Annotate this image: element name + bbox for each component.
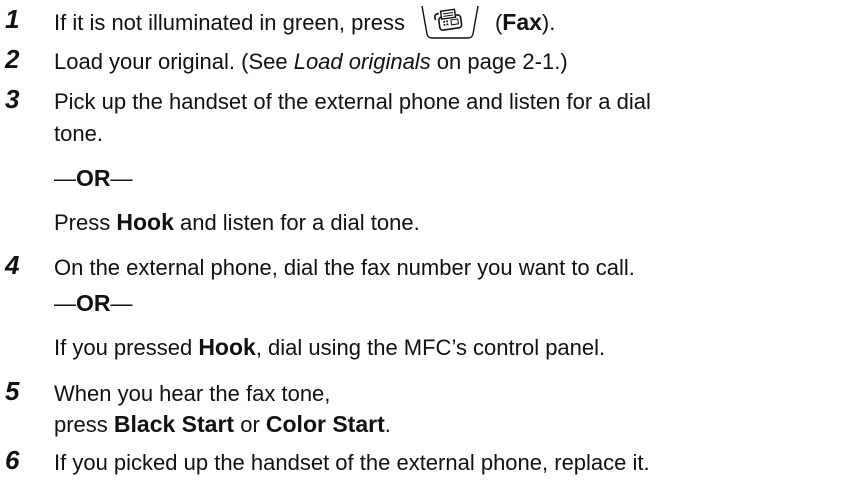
step-4-or-dash2: — — [110, 291, 133, 316]
step-2-link-text: Load originals — [293, 49, 431, 74]
step-3-or-label: OR — [76, 165, 111, 191]
step-5-color-start-label: Color Start — [265, 411, 385, 437]
step-4-alt-pre: If you pressed — [54, 335, 199, 360]
step-3-line-2: tone. — [54, 121, 103, 146]
step-4-or-label: OR — [76, 290, 111, 316]
step-2-text: Load your original. (See Load originals … — [54, 48, 568, 76]
step-5-mid: or — [234, 412, 266, 437]
step-3-alt: Press Hook and listen for a dial tone. — [54, 208, 420, 237]
step-number-5: 5 — [5, 376, 20, 406]
step-3-alt-pre: Press — [54, 210, 117, 235]
step-3-or-dash: — — [54, 166, 76, 191]
step-number-3: 3 — [5, 84, 20, 114]
step-3-hook-label: Hook — [116, 209, 174, 235]
step-4-alt-post: , dial using the MFC’s control panel. — [255, 335, 606, 360]
step-3-or: —OR— — [54, 164, 133, 193]
step-4-or: —OR— — [54, 289, 133, 318]
step-5-pre: press — [54, 412, 114, 437]
step-1-pre: If it is not illuminated in green, press — [54, 10, 405, 35]
step-number-2: 2 — [5, 44, 20, 74]
fax-key-button — [419, 4, 481, 40]
instruction-document: 1 If it is not illuminated in green, pre… — [0, 0, 853, 497]
step-4-or-dash: — — [54, 291, 76, 316]
step-3-line-1: Pick up the handset of the external phon… — [54, 89, 651, 114]
step-2-post: on page 2-1.) — [430, 49, 568, 74]
step-3-alt-post: and listen for a dial tone. — [173, 210, 420, 235]
step-5-black-start-label: Black Start — [113, 411, 235, 437]
step-1-text: If it is not illuminated in green, press… — [54, 6, 556, 39]
step-4-hook-label: Hook — [198, 334, 256, 360]
step-6-line-1: If you picked up the handset of the exte… — [54, 450, 650, 475]
step-number-6: 6 — [5, 445, 20, 475]
step-2-pre: Load your original. (See — [54, 49, 294, 74]
step-5-post: . — [384, 412, 391, 437]
step-number-1: 1 — [5, 4, 20, 34]
step-5-line-1: When you hear the fax tone, — [54, 381, 331, 406]
step-5-line-2: press Black Start or Color Start. — [54, 410, 391, 439]
step-4-alt: If you pressed Hook, dial using the MFC’… — [54, 333, 605, 362]
fax-icon — [421, 6, 479, 39]
step-number-4: 4 — [5, 250, 20, 280]
step-4-line-1: On the external phone, dial the fax numb… — [54, 255, 635, 280]
step-1-close: ). — [541, 10, 556, 35]
step-1-fax-label: Fax — [502, 9, 542, 35]
step-3-or-dash2: — — [110, 166, 133, 191]
